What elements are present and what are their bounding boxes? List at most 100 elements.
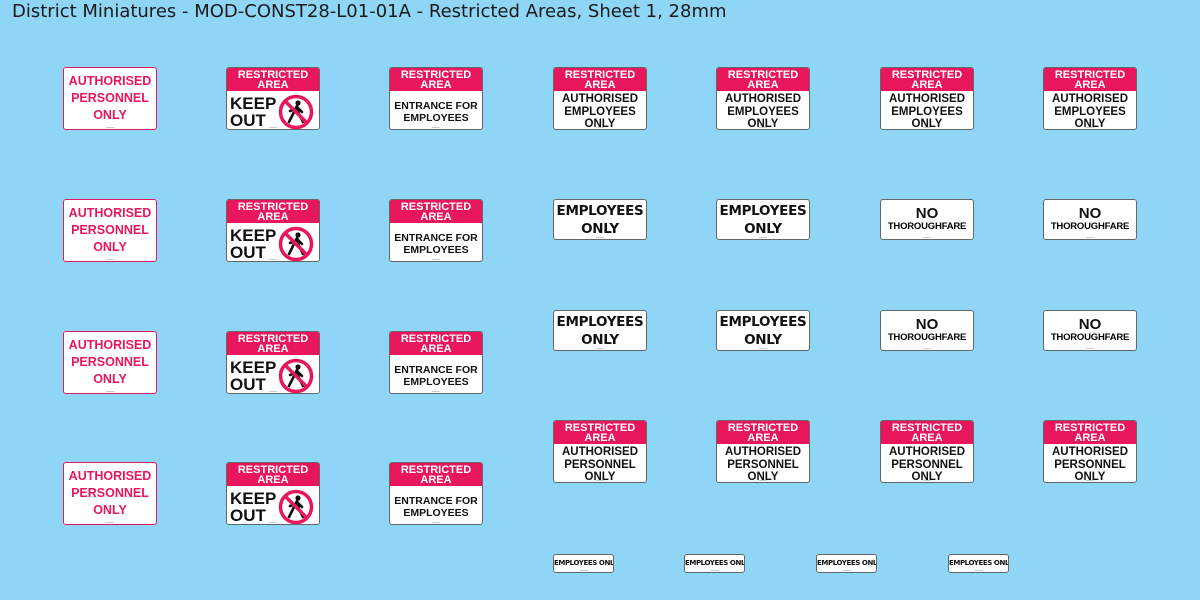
sign-no-thoroughfare: NO THOROUGHFARE: [880, 199, 974, 240]
sign-text-line: THOROUGHFARE: [1050, 221, 1130, 232]
sign-restricted-authorised-personnel-only: RESTRICTED AREA AUTHORISED PERSONNEL ONLY: [880, 420, 974, 483]
band-text: AREA: [420, 343, 452, 355]
sign-employees-only: EMPLOYEES ONLY: [553, 310, 647, 351]
sign-text-line: NO: [1078, 316, 1102, 333]
sign-text-line: EMPLOYEES: [403, 112, 469, 124]
sign-text-line: PERSONNEL: [71, 223, 149, 237]
sign-restricted-authorised-employees-only: RESTRICTED AREA AUTHORISED EMPLOYEES ONLY: [880, 67, 974, 130]
band-text: AREA: [1074, 432, 1106, 444]
sign-text-line: EMPLOYEES ONLY: [949, 559, 1009, 567]
sign-text-line: AUTHORISED: [68, 338, 152, 352]
band-text: AREA: [911, 79, 943, 91]
no-pedestrian-icon: [279, 358, 314, 393]
sign-restricted-keep-out: RESTRICTED AREA KEEP OUT: [226, 67, 320, 130]
sign-text-line: NO: [915, 316, 939, 333]
band-text: AREA: [584, 432, 616, 444]
sign-employees-only: EMPLOYEES ONLY: [716, 310, 810, 351]
band-text: AREA: [420, 474, 452, 486]
band-text: AREA: [584, 79, 616, 91]
band-text: AREA: [911, 432, 943, 444]
sign-text-line: ONLY: [911, 118, 943, 130]
band-text: AREA: [257, 211, 289, 223]
restricted-area-band: RESTRICTED AREA: [881, 421, 973, 445]
restricted-area-band: RESTRICTED AREA: [390, 332, 482, 356]
sign-text-line: OUT: [230, 243, 266, 262]
sign-text-line: ONLY: [584, 471, 616, 483]
restricted-area-band: RESTRICTED AREA: [227, 68, 319, 92]
restricted-area-band: RESTRICTED AREA: [881, 68, 973, 92]
sign-authorised-personnel-only: AUTHORISED PERSONNEL ONLY: [63, 199, 157, 262]
sign-text-line: ONLY: [93, 503, 127, 517]
band-text: AREA: [420, 79, 452, 91]
sign-text-line: KEEP: [230, 358, 277, 377]
sign-text-line: ONLY: [1074, 471, 1106, 483]
sign-restricted-authorised-personnel-only: RESTRICTED AREA AUTHORISED PERSONNEL ONLY: [1043, 420, 1137, 483]
sign-restricted-authorised-personnel-only: RESTRICTED AREA AUTHORISED PERSONNEL ONLY: [716, 420, 810, 483]
restricted-area-band: RESTRICTED AREA: [717, 421, 809, 445]
sign-text-line: NO: [1078, 205, 1102, 222]
no-pedestrian-icon: [279, 489, 314, 524]
sign-text-line: OUT: [230, 375, 266, 394]
sign-text-line: NO: [915, 205, 939, 222]
band-text: AREA: [257, 343, 289, 355]
sign-text-line: EMPLOYEES: [719, 314, 807, 330]
sign-authorised-personnel-only: AUTHORISED PERSONNEL ONLY: [63, 67, 157, 130]
sign-text-line: PERSONNEL: [891, 458, 963, 471]
sign-text-line: EMPLOYEES: [727, 105, 799, 118]
sign-restricted-keep-out: RESTRICTED AREA KEEP OUT: [226, 462, 320, 525]
sign-text-line: THOROUGHFARE: [887, 221, 967, 232]
sign-text-line: ONLY: [581, 221, 619, 237]
sign-text-line: ONLY: [744, 221, 782, 237]
sign-text-line: ENTRANCE FOR: [394, 495, 478, 507]
sign-text-line: THOROUGHFARE: [1050, 332, 1130, 343]
sign-no-thoroughfare: NO THOROUGHFARE: [1043, 310, 1137, 351]
restricted-area-band: RESTRICTED AREA: [227, 200, 319, 224]
sign-authorised-personnel-only: AUTHORISED PERSONNEL ONLY: [63, 331, 157, 394]
sign-text-line: EMPLOYEES: [403, 376, 469, 388]
restricted-area-band: RESTRICTED AREA: [554, 68, 646, 92]
restricted-area-band: RESTRICTED AREA: [554, 421, 646, 445]
sign-no-thoroughfare: NO THOROUGHFARE: [880, 310, 974, 351]
sign-text-line: ENTRANCE FOR: [394, 100, 478, 112]
sign-text-line: AUTHORISED: [68, 469, 152, 483]
sign-text-line: EMPLOYEES: [891, 105, 963, 118]
sign-text-line: ONLY: [584, 118, 616, 130]
sign-text-line: EMPLOYEES ONLY: [554, 559, 614, 567]
sign-text-line: PERSONNEL: [727, 458, 799, 471]
band-text: AREA: [257, 79, 289, 91]
sign-text-line: ONLY: [93, 108, 127, 122]
sign-text-line: ONLY: [747, 118, 779, 130]
restricted-area-band: RESTRICTED AREA: [390, 463, 482, 487]
restricted-area-band: RESTRICTED AREA: [717, 68, 809, 92]
sign-text-line: AUTHORISED: [1051, 93, 1129, 105]
sign-text-line: ONLY: [581, 332, 619, 348]
sign-employees-only-small: EMPLOYEES ONLY: [553, 554, 614, 573]
sign-text-line: EMPLOYEES: [556, 203, 644, 219]
sign-text-line: AUTHORISED: [68, 74, 152, 88]
sign-restricted-authorised-employees-only: RESTRICTED AREA AUTHORISED EMPLOYEES ONLY: [553, 67, 647, 130]
sign-text-line: AUTHORISED: [724, 446, 802, 458]
sign-text-line: EMPLOYEES: [403, 244, 469, 256]
sign-text-line: EMPLOYEES ONLY: [685, 559, 745, 567]
sign-restricted-entrance-for-employees: RESTRICTED AREA ENTRANCE FOR EMPLOYEES: [389, 199, 483, 262]
sign-employees-only-small: EMPLOYEES ONLY: [948, 554, 1009, 573]
sign-authorised-personnel-only: AUTHORISED PERSONNEL ONLY: [63, 462, 157, 525]
sign-text-line: ONLY: [911, 471, 943, 483]
sign-text-line: PERSONNEL: [1054, 458, 1126, 471]
sign-text-line: EMPLOYEES ONLY: [817, 559, 877, 567]
sign-text-line: EMPLOYEES: [403, 507, 469, 519]
sign-text-line: ONLY: [1074, 118, 1106, 130]
sign-text-line: AUTHORISED: [1051, 446, 1129, 458]
sign-employees-only-small: EMPLOYEES ONLY: [816, 554, 877, 573]
sign-employees-only: EMPLOYEES ONLY: [553, 199, 647, 240]
sign-text-line: OUT: [230, 506, 266, 525]
no-pedestrian-icon: [279, 226, 314, 261]
sign-restricted-entrance-for-employees: RESTRICTED AREA ENTRANCE FOR EMPLOYEES: [389, 67, 483, 130]
band-text: AREA: [257, 474, 289, 486]
sign-text-line: ONLY: [93, 240, 127, 254]
sign-text-line: ONLY: [93, 372, 127, 386]
sign-restricted-keep-out: RESTRICTED AREA KEEP OUT: [226, 199, 320, 262]
sign-text-line: ONLY: [744, 332, 782, 348]
sign-restricted-authorised-employees-only: RESTRICTED AREA AUTHORISED EMPLOYEES ONLY: [716, 67, 810, 130]
sign-text-line: PERSONNEL: [564, 458, 636, 471]
